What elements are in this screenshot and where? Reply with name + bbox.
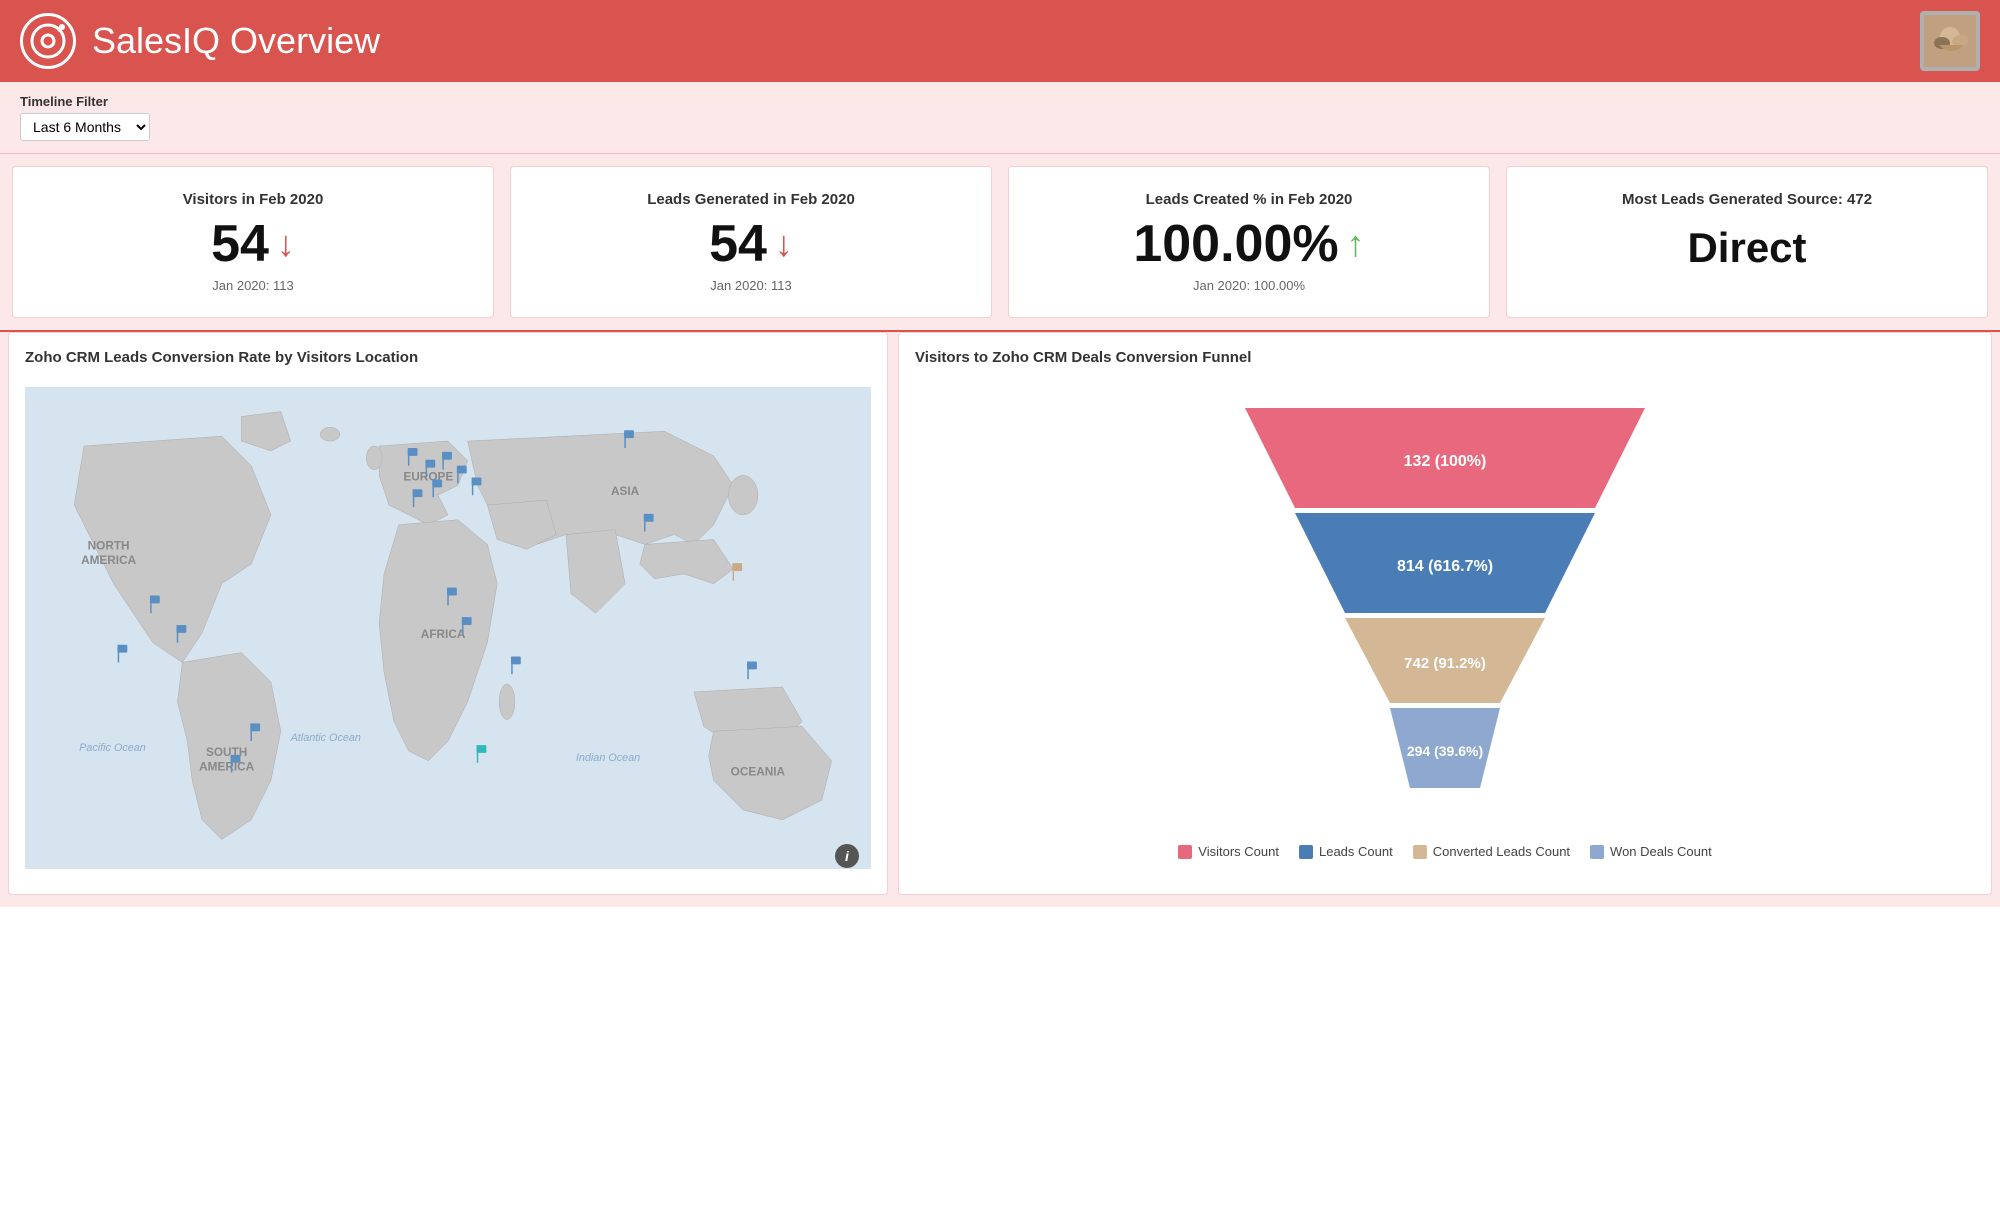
europe-label: EUROPE <box>403 469 453 483</box>
filter-bar: Timeline Filter Last 6 Months Last 3 Mon… <box>0 82 2000 154</box>
legend-converted-label: Converted Leads Count <box>1433 844 1570 859</box>
leads-trend-down-icon: ↓ <box>775 226 793 262</box>
funnel-label-4: 294 (39.6%) <box>1407 743 1483 759</box>
leads-pct-trend-up-icon: ↑ <box>1347 226 1365 262</box>
kpi-leads-pct-value: 100.00% ↑ <box>1029 218 1469 270</box>
map-container: Pacific Ocean Atlantic Ocean Indian Ocea… <box>25 378 871 878</box>
header-left: SalesIQ Overview <box>20 13 380 69</box>
funnel-panel-title: Visitors to Zoho CRM Deals Conversion Fu… <box>915 349 1975 366</box>
user-avatar <box>1920 11 1980 71</box>
atlantic-ocean-label: Atlantic Ocean <box>290 732 361 744</box>
kpi-visitors-title: Visitors in Feb 2020 <box>33 191 473 208</box>
oceania-label: OCEANIA <box>731 765 786 779</box>
legend-leads-label: Leads Count <box>1319 844 1393 859</box>
map-panel-title: Zoho CRM Leads Conversion Rate by Visito… <box>25 349 871 366</box>
kpi-leads-pct-title: Leads Created % in Feb 2020 <box>1029 191 1469 208</box>
legend-visitors-label: Visitors Count <box>1198 844 1279 859</box>
legend-visitors: Visitors Count <box>1178 844 1279 859</box>
legend-won-dot <box>1590 845 1604 859</box>
visitors-trend-down-icon: ↓ <box>277 226 295 262</box>
app-logo <box>20 13 76 69</box>
kpi-leads-value: 54 ↓ <box>531 218 971 270</box>
funnel-panel: Visitors to Zoho CRM Deals Conversion Fu… <box>898 332 1992 895</box>
kpi-card-source: Most Leads Generated Source: 472 Direct <box>1506 166 1988 318</box>
timeline-filter-select[interactable]: Last 6 Months Last 3 Months Last Month L… <box>20 113 150 141</box>
kpi-row: Visitors in Feb 2020 54 ↓ Jan 2020: 113 … <box>0 154 2000 332</box>
legend-leads: Leads Count <box>1299 844 1393 859</box>
legend-converted-dot <box>1413 845 1427 859</box>
world-map-svg: Pacific Ocean Atlantic Ocean Indian Ocea… <box>25 378 871 878</box>
funnel-label-3: 742 (91.2%) <box>1404 655 1486 672</box>
funnel-svg: 132 (100%) 814 (616.7%) 742 (91.2%) 294 … <box>1205 388 1685 828</box>
north-america-label2: AMERICA <box>81 553 137 567</box>
kpi-card-leads-pct: Leads Created % in Feb 2020 100.00% ↑ Ja… <box>1008 166 1490 318</box>
legend-visitors-dot <box>1178 845 1192 859</box>
africa-label: AFRICA <box>421 627 466 641</box>
kpi-visitors-number: 54 <box>211 218 269 270</box>
south-america-label: SOUTH <box>206 745 247 759</box>
funnel-legend: Visitors Count Leads Count Converted Lea… <box>1178 844 1711 859</box>
asia-label: ASIA <box>611 484 640 498</box>
filter-label: Timeline Filter <box>20 94 1980 109</box>
app-title: SalesIQ Overview <box>92 20 380 62</box>
funnel-label-1: 132 (100%) <box>1404 453 1487 470</box>
kpi-visitors-value: 54 ↓ <box>33 218 473 270</box>
kpi-visitors-sub: Jan 2020: 113 <box>33 278 473 293</box>
south-america-label2: AMERICA <box>199 760 255 774</box>
kpi-source-title: Most Leads Generated Source: 472 <box>1527 191 1967 208</box>
pacific-ocean-label: Pacific Ocean <box>79 742 146 754</box>
legend-leads-dot <box>1299 845 1313 859</box>
map-info-icon[interactable]: i <box>835 844 859 868</box>
app-header: SalesIQ Overview <box>0 0 2000 82</box>
kpi-card-visitors: Visitors in Feb 2020 54 ↓ Jan 2020: 113 <box>12 166 494 318</box>
indian-ocean-label: Indian Ocean <box>576 752 640 764</box>
kpi-leads-number: 54 <box>709 218 767 270</box>
legend-won: Won Deals Count <box>1590 844 1712 859</box>
kpi-card-leads: Leads Generated in Feb 2020 54 ↓ Jan 202… <box>510 166 992 318</box>
map-panel: Zoho CRM Leads Conversion Rate by Visito… <box>8 332 888 895</box>
kpi-leads-sub: Jan 2020: 113 <box>531 278 971 293</box>
funnel-label-2: 814 (616.7%) <box>1397 558 1493 575</box>
bottom-row: Zoho CRM Leads Conversion Rate by Visito… <box>0 332 2000 907</box>
funnel-container: 132 (100%) 814 (616.7%) 742 (91.2%) 294 … <box>915 378 1975 869</box>
legend-converted: Converted Leads Count <box>1413 844 1570 859</box>
kpi-leads-pct-number: 100.00% <box>1133 218 1338 270</box>
kpi-leads-pct-sub: Jan 2020: 100.00% <box>1029 278 1469 293</box>
kpi-source-value: Direct <box>1527 224 1967 272</box>
kpi-leads-title: Leads Generated in Feb 2020 <box>531 191 971 208</box>
north-america-label: NORTH <box>88 538 130 552</box>
legend-won-label: Won Deals Count <box>1610 844 1712 859</box>
